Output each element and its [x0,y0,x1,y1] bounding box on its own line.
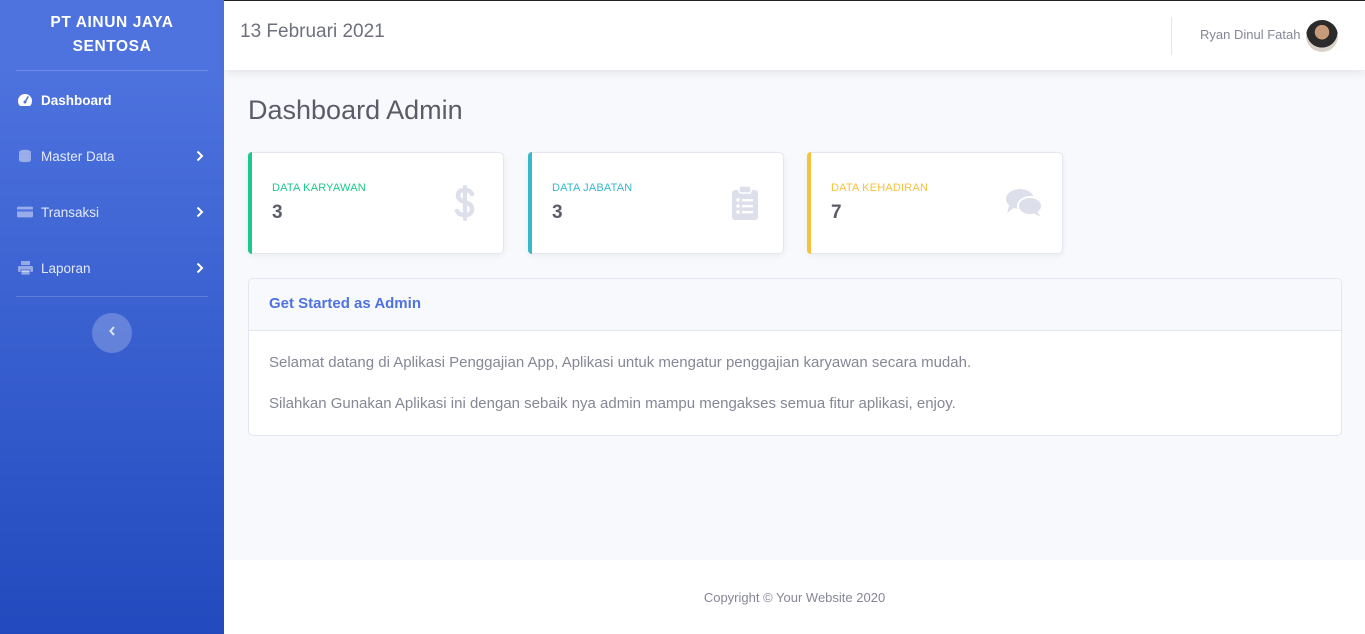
panel-header: Get Started as Admin [249,279,1341,331]
panel-body: Selamat datang di Aplikasi Penggajian Ap… [249,331,1341,457]
sidebar-item-label: Transaksi [41,204,100,220]
clipboard-list-icon [725,185,765,221]
sidebar-item-laporan[interactable]: Laporan [0,240,224,296]
sidebar-divider [16,296,208,297]
panel-paragraph: Silahkan Gunakan Aplikasi ini dengan seb… [269,395,956,412]
sidebar-toggle-button[interactable] [92,313,132,353]
card-data-karyawan: DATA KARYAWAN 3 [248,152,504,254]
sidebar-item-label: Dashboard [41,92,112,108]
topbar: 13 Februari 2021 Ryan Dinul Fatah [224,0,1365,70]
sidebar-item-dashboard[interactable]: Dashboard [0,72,224,128]
panel-title: Get Started as Admin [269,295,421,312]
card-label: DATA KEHADIRAN [831,182,929,194]
card-stripe [528,152,532,254]
sidebar-item-label: Laporan [41,260,91,276]
topbar-divider [1171,17,1172,55]
user-name[interactable]: Ryan Dinul Fatah [1200,27,1300,42]
chevron-left-icon [108,324,116,342]
card-value: 3 [272,202,283,223]
chevron-right-icon [196,262,206,274]
sidebar-item-transaksi[interactable]: Transaksi [0,184,224,240]
sidebar-toggle-wrap [0,313,224,353]
page-title: Dashboard Admin [248,95,463,125]
card-stripe [248,152,252,254]
tachometer-icon [17,93,33,107]
current-date: 13 Februari 2021 [240,21,385,42]
card-label: DATA JABATAN [552,182,633,194]
credit-card-icon [17,205,33,219]
dollar-icon [445,185,485,221]
brand-label: PT AINUN JAYA SENTOSA [50,14,174,55]
chevron-right-icon [196,150,206,162]
chevron-right-icon [196,206,206,218]
sidebar-item-label: Master Data [41,148,115,164]
sidebar-item-master-data[interactable]: Master Data [0,128,224,184]
card-value: 7 [831,202,842,223]
copyright-text: Copyright © Your Website 2020 [703,589,886,605]
footer: Copyright © Your Website 2020 [224,560,1365,634]
sidebar: PT AINUN JAYA SENTOSA Dashboard Master D… [0,0,224,634]
panel-paragraph: Selamat datang di Aplikasi Penggajian Ap… [269,354,972,371]
sidebar-divider [16,70,208,71]
card-stripe [807,152,811,254]
card-value: 3 [552,202,563,223]
avatar[interactable] [1306,20,1338,52]
card-data-kehadiran: DATA KEHADIRAN 7 [807,152,1063,254]
get-started-panel: Get Started as Admin Selamat datang di A… [248,278,1342,436]
comments-icon [1004,185,1044,221]
card-label: DATA KARYAWAN [272,182,366,194]
database-icon [17,149,33,163]
card-data-jabatan: DATA JABATAN 3 [528,152,784,254]
brand[interactable]: PT AINUN JAYA SENTOSA [0,0,224,70]
print-icon [17,261,33,275]
